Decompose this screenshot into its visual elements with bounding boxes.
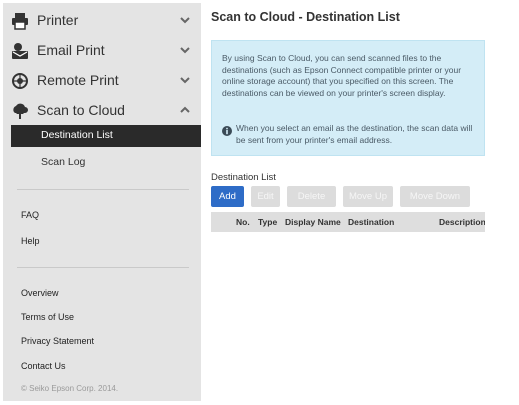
column-header[interactable]: Description: [439, 217, 485, 227]
overview-link[interactable]: Overview: [21, 288, 59, 298]
info-icon: [222, 123, 232, 136]
nav-item-label: Scan to Cloud: [37, 102, 125, 118]
remote-print-icon: [11, 72, 29, 90]
main-content: Scan to Cloud - Destination List By usin…: [211, 0, 511, 405]
column-header[interactable]: Destination: [348, 217, 394, 227]
chevron-down-icon[interactable]: [179, 13, 191, 25]
divider: [17, 189, 189, 190]
privacy-statement-link[interactable]: Privacy Statement: [21, 336, 94, 346]
contact-us-link[interactable]: Contact Us: [21, 361, 66, 371]
nav-item-label: Printer: [37, 12, 79, 28]
chevron-down-icon[interactable]: [179, 73, 191, 85]
move-down-button[interactable]: Move Down: [400, 186, 470, 207]
add-button[interactable]: Add: [211, 186, 244, 207]
column-header[interactable]: Display Name: [285, 217, 341, 227]
cloud-upload-icon: [11, 102, 29, 120]
column-header[interactable]: No.: [236, 217, 250, 227]
copyright: © Seiko Epson Corp. 2014.: [21, 384, 119, 393]
divider: [17, 267, 189, 268]
delete-button[interactable]: Delete: [287, 186, 336, 207]
nav-item-email-print[interactable]: Email Print: [3, 37, 201, 65]
faq-link[interactable]: FAQ: [21, 210, 39, 220]
nav-item-scan-to-cloud[interactable]: Scan to Cloud: [3, 97, 201, 125]
sidebar-item-label: Scan Log: [41, 156, 86, 168]
move-up-button[interactable]: Move Up: [343, 186, 393, 207]
sidebar: Printer Email Print Remote Print Scan to…: [3, 3, 201, 401]
destination-list-label: Destination List: [211, 172, 276, 183]
email-print-icon: [11, 42, 29, 60]
sidebar-item-scan-log[interactable]: Scan Log: [11, 152, 201, 174]
chevron-down-icon[interactable]: [179, 43, 191, 55]
info-note: When you select an email as the destinat…: [236, 123, 473, 145]
page-title: Scan to Cloud - Destination List: [211, 10, 400, 24]
nav-item-label: Remote Print: [37, 72, 119, 88]
printer-icon: [11, 12, 29, 30]
help-link[interactable]: Help: [21, 236, 40, 246]
sidebar-item-label: Destination List: [41, 129, 113, 141]
nav-item-printer[interactable]: Printer: [3, 7, 201, 35]
table-header: No. Type Display Name Destination Descri…: [211, 212, 485, 232]
info-box: By using Scan to Cloud, you can send sca…: [211, 40, 485, 156]
column-header[interactable]: Type: [258, 217, 277, 227]
sidebar-item-destination-list[interactable]: Destination List: [11, 125, 201, 147]
chevron-up-icon[interactable]: [179, 103, 191, 115]
terms-of-use-link[interactable]: Terms of Use: [21, 312, 74, 322]
info-text: By using Scan to Cloud, you can send sca…: [222, 53, 462, 98]
edit-button[interactable]: Edit: [251, 186, 280, 207]
nav-item-remote-print[interactable]: Remote Print: [3, 67, 201, 95]
nav-item-label: Email Print: [37, 42, 105, 58]
